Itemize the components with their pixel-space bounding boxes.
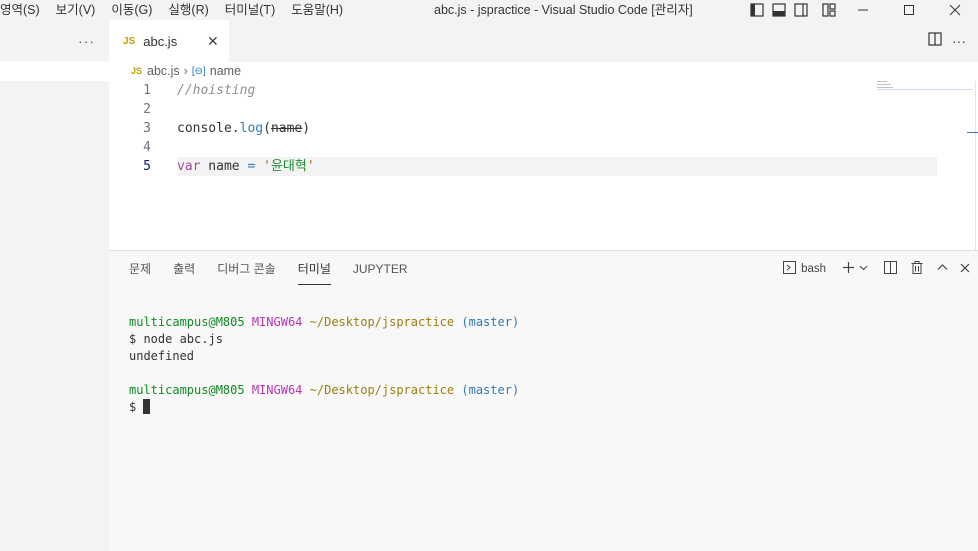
window-title: abc.js - jspractice - Visual Studio Code… (434, 3, 693, 17)
line-number: 3 (143, 121, 151, 136)
title-actions (746, 0, 978, 20)
code-token: ' (306, 159, 315, 174)
code-token: ) (302, 121, 311, 136)
tab-jupyter[interactable]: JUPYTER (353, 251, 408, 287)
toggle-panel-icon[interactable] (768, 0, 790, 20)
close-panel-icon[interactable] (960, 263, 970, 276)
line-number: 5 (143, 159, 151, 174)
maximize-icon[interactable] (886, 0, 932, 20)
breadcrumb-file[interactable]: abc.js (147, 64, 180, 78)
code-token: ( (263, 121, 271, 136)
code-token: name (200, 159, 248, 174)
code-token-deprecated: name (270, 121, 303, 136)
code-line: 2 (109, 100, 869, 119)
variable-icon: [⊖] (191, 65, 206, 77)
split-terminal-icon[interactable] (884, 261, 897, 277)
minimap[interactable] (877, 81, 973, 93)
terminal-host: MINGW64 (251, 383, 303, 397)
terminal-prompt: $ (129, 400, 144, 414)
tab-abc-js[interactable]: JS abc.js ✕ (109, 20, 229, 62)
close-window-icon[interactable] (932, 0, 978, 20)
minimap-line (877, 89, 973, 90)
terminal-result: undefined (129, 349, 195, 363)
code-text: var name = '윤대혁' (177, 157, 315, 176)
menu-view[interactable]: 보기(V) (56, 0, 104, 20)
code-token: 윤대혁 (270, 159, 307, 174)
menu-bar: 영역(S) 보기(V) 이동(G) 실행(R) 터미널(T) 도움말(H) (0, 0, 359, 20)
minimize-icon[interactable] (840, 0, 886, 20)
editor-tab-bar: JS abc.js ✕ ··· (109, 20, 978, 62)
more-actions-icon[interactable]: ··· (78, 33, 95, 49)
sidebar: ··· (0, 20, 109, 551)
terminal-path: ~/Desktop/jspractice (309, 315, 455, 329)
code-text: console.log(name) (177, 119, 310, 138)
line-number: 2 (143, 102, 151, 117)
tab-output[interactable]: 출력 (173, 251, 195, 287)
code-token: var (177, 159, 201, 174)
code-text: //hoisting (177, 83, 256, 98)
minimap-line (877, 81, 887, 82)
breadcrumb: JS abc.js › [⊖] name (131, 63, 241, 79)
split-editor-icon[interactable] (928, 32, 942, 49)
terminal-output[interactable]: multicampus@M805 MINGW64 ~/Desktop/jspra… (129, 314, 519, 416)
minimap-line (877, 84, 891, 85)
sidebar-selected-row[interactable] (0, 61, 109, 81)
toggle-secondary-sidebar-icon[interactable] (790, 0, 812, 20)
menu-terminal[interactable]: 터미널(T) (225, 0, 283, 20)
terminal-branch: (master) (461, 315, 520, 329)
tab-terminal[interactable]: 터미널 (297, 253, 331, 285)
chevron-right-icon: › (183, 64, 188, 78)
panel-actions: bash (783, 261, 970, 277)
code-line: 3 console.log(name) (109, 119, 869, 138)
terminal-host: MINGW64 (251, 315, 303, 329)
panel-tabs: 문제 출력 디버그 콘솔 터미널 JUPYTER (129, 251, 430, 287)
menu-help[interactable]: 도움말(H) (291, 0, 351, 20)
code-token: . (231, 121, 240, 136)
bottom-panel: 문제 출력 디버그 콘솔 터미널 JUPYTER bash multicampu… (109, 250, 978, 551)
terminal-branch: (master) (461, 383, 520, 397)
code-token: console (177, 121, 232, 136)
code-line-current: 5 var name = '윤대혁' (143, 157, 937, 176)
terminal-command: $ node abc.js (129, 332, 223, 346)
menu-go[interactable]: 이동(G) (111, 0, 160, 20)
code-token: ' (263, 159, 271, 174)
trash-icon[interactable] (911, 261, 923, 277)
code-line: 1 //hoisting (109, 81, 869, 100)
terminal-shell-icon (783, 261, 797, 277)
tab-label: abc.js (143, 33, 178, 49)
close-tab-icon[interactable]: ✕ (207, 33, 219, 50)
terminal-shell-label[interactable]: bash (801, 263, 826, 275)
menu-run[interactable]: 실행(R) (168, 0, 216, 20)
tab-problems[interactable]: 문제 (129, 251, 151, 287)
menu-selection[interactable]: 영역(S) (0, 0, 48, 20)
chevron-down-icon[interactable] (859, 263, 868, 275)
editor-actions: ··· (928, 32, 966, 49)
terminal-cursor (143, 399, 151, 414)
js-file-icon: JS (123, 35, 136, 47)
line-number: 4 (143, 140, 151, 155)
tab-debug-console[interactable]: 디버그 콘솔 (217, 251, 276, 287)
code-token: log (239, 121, 264, 136)
title-bar: 영역(S) 보기(V) 이동(G) 실행(R) 터미널(T) 도움말(H) ab… (0, 0, 978, 20)
more-editor-actions-icon[interactable]: ··· (952, 33, 966, 49)
terminal-user: multicampus@M805 (129, 383, 245, 397)
sidebar-header: ··· (0, 20, 109, 62)
terminal-user: multicampus@M805 (129, 315, 245, 329)
code-editor[interactable]: 1 //hoisting 2 3 console.log(name) 4 5 v… (109, 81, 937, 176)
editor-area: JS abc.js ✕ ··· JS abc.js › [⊖] name 1 /… (109, 20, 978, 250)
toggle-primary-sidebar-icon[interactable] (746, 0, 768, 20)
customize-layout-icon[interactable] (818, 0, 840, 20)
scrollbar-cursor-marker (967, 132, 978, 133)
breadcrumb-symbol[interactable]: name (210, 64, 241, 78)
maximize-panel-icon[interactable] (937, 262, 948, 276)
editor-scrollbar[interactable] (975, 81, 976, 250)
code-line: 4 (109, 138, 869, 157)
new-terminal-icon[interactable] (842, 261, 855, 277)
js-file-icon: JS (131, 66, 143, 76)
line-number: 1 (143, 83, 151, 98)
terminal-path: ~/Desktop/jspractice (309, 383, 455, 397)
minimap-line (877, 87, 893, 88)
